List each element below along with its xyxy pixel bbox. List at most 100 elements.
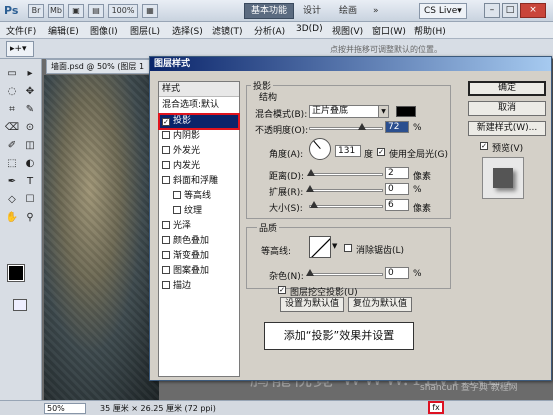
style-item[interactable]: 描边 (159, 279, 239, 294)
style-list-header[interactable]: 样式 (159, 82, 239, 97)
global-light-checkbox[interactable]: ✓ (377, 148, 385, 156)
eyedropper-tool-icon[interactable]: ✎ (22, 103, 38, 117)
style-item[interactable]: ✓ 投影 (158, 113, 240, 130)
hand-tool-icon[interactable]: ✋ (4, 211, 20, 225)
close-button[interactable]: × (520, 3, 546, 18)
style-item-checkbox[interactable] (173, 191, 181, 199)
style-item-checkbox[interactable] (162, 131, 170, 139)
angle-input[interactable]: 131 (335, 145, 361, 157)
contour-dropdown-icon[interactable]: ▼ (332, 242, 337, 250)
shape-tool-icon[interactable]: ☐ (22, 193, 38, 207)
size-input[interactable]: 6 (385, 199, 409, 211)
style-item[interactable]: 内发光 (159, 159, 239, 174)
make-default-button[interactable]: 设置为默认值 (280, 297, 344, 312)
contour-picker[interactable] (309, 236, 331, 258)
size-slider-thumb[interactable] (310, 201, 319, 208)
menu-help[interactable]: 帮助(H) (414, 24, 446, 37)
crop-tool-icon[interactable]: ⌗ (4, 103, 20, 117)
pen-tool-icon[interactable]: ✒ (4, 175, 20, 189)
new-style-button[interactable]: 新建样式(W)... (468, 121, 546, 136)
gradient-tool-icon[interactable]: ◐ (22, 157, 38, 171)
distance-input[interactable]: 2 (385, 167, 409, 179)
blend-mode-select[interactable]: 正片叠底 ▼ (309, 105, 389, 118)
style-item[interactable]: 颜色叠加 (159, 234, 239, 249)
ok-button[interactable]: 确定 (468, 81, 546, 96)
menu-select[interactable]: 选择(S) (172, 24, 203, 37)
style-item-checkbox[interactable] (162, 281, 170, 289)
distance-slider[interactable] (307, 169, 383, 176)
style-item-checkbox[interactable] (162, 146, 170, 154)
bridge-icon[interactable]: Br (28, 4, 44, 18)
style-item[interactable]: 光泽 (159, 219, 239, 234)
spread-slider-thumb[interactable] (306, 185, 314, 192)
knockout-checkbox[interactable]: ✓ (278, 286, 286, 294)
shadow-color-swatch[interactable] (396, 106, 416, 117)
quick-mask-icon[interactable] (13, 299, 27, 311)
tool-preset-picker[interactable]: ▸+▾ (6, 41, 34, 57)
workspace-design-button[interactable]: 设计 (296, 3, 328, 19)
style-item[interactable]: 图案叠加 (159, 264, 239, 279)
healing-tool-icon[interactable]: ⌫ (4, 121, 20, 135)
menu-filter[interactable]: 滤镜(T) (212, 24, 243, 37)
opacity-input[interactable]: 72 (385, 121, 409, 133)
history-brush-tool-icon[interactable]: ◫ (22, 139, 38, 153)
zoom-field[interactable]: 50% (44, 403, 86, 414)
style-item[interactable]: 斜面和浮雕 (159, 174, 239, 189)
layer-fx-button[interactable]: fx (428, 401, 444, 414)
workspace-essentials-button[interactable]: 基本功能 (244, 3, 295, 19)
noise-input[interactable]: 0 (385, 267, 409, 279)
arrange-docs-icon[interactable]: ▤ (88, 4, 104, 18)
menu-file[interactable]: 文件(F) (6, 24, 36, 37)
noise-slider[interactable] (306, 269, 383, 276)
menu-analysis[interactable]: 分析(A) (254, 24, 285, 37)
style-item-checkbox[interactable] (173, 206, 181, 214)
cancel-button[interactable]: 取消 (468, 101, 546, 116)
view-extras-icon[interactable]: ▣ (68, 4, 84, 18)
clone-stamp-tool-icon[interactable]: ✐ (4, 139, 20, 153)
style-item[interactable]: 等高线 (159, 189, 239, 204)
workspace-more-button[interactable]: » (366, 3, 386, 19)
minimize-button[interactable]: – (484, 3, 500, 18)
menu-3d[interactable]: 3D(D) (296, 24, 323, 34)
menu-layer[interactable]: 图层(L) (130, 24, 160, 37)
menu-image[interactable]: 图像(I) (90, 24, 118, 37)
menu-edit[interactable]: 编辑(E) (48, 24, 79, 37)
maximize-button[interactable]: □ (502, 3, 518, 18)
brush-tool-icon[interactable]: ⊙ (22, 121, 38, 135)
style-item[interactable]: 外发光 (159, 144, 239, 159)
opacity-slider-thumb[interactable] (357, 123, 366, 130)
style-item[interactable]: 内阴影 (159, 129, 239, 144)
marquee-tool-icon[interactable]: ▭ (4, 67, 20, 81)
cs-live-button[interactable]: CS Live▾ (419, 3, 467, 19)
spread-input[interactable]: 0 (385, 183, 409, 195)
screen-mode-icon[interactable]: ▦ (142, 4, 158, 18)
menu-view[interactable]: 视图(V) (332, 24, 363, 37)
type-tool-icon[interactable]: T (22, 175, 38, 189)
distance-slider-thumb[interactable] (307, 169, 316, 176)
style-item-checkbox[interactable] (162, 251, 170, 259)
size-slider[interactable] (309, 201, 383, 208)
style-item[interactable]: 纹理 (159, 204, 239, 219)
reset-default-button[interactable]: 复位为默认值 (348, 297, 412, 312)
zoom-tool-icon[interactable]: ⚲ (22, 211, 38, 225)
workspace-painting-button[interactable]: 绘画 (332, 3, 364, 19)
antialias-checkbox[interactable] (344, 244, 352, 252)
foreground-color-swatch[interactable] (7, 264, 25, 282)
eraser-tool-icon[interactable]: ⬚ (4, 157, 20, 171)
angle-dial[interactable] (309, 138, 331, 160)
style-item-checkbox[interactable] (162, 236, 170, 244)
lasso-tool-icon[interactable]: ◌ (4, 85, 20, 99)
zoom-level-select[interactable]: 100% (108, 4, 138, 18)
style-item-checkbox[interactable] (162, 176, 170, 184)
style-item-checkbox[interactable] (162, 221, 170, 229)
quick-select-tool-icon[interactable]: ✥ (22, 85, 38, 99)
blending-options-item[interactable]: 混合选项:默认 (159, 98, 239, 113)
style-item[interactable]: 渐变叠加 (159, 249, 239, 264)
preview-checkbox[interactable]: ✓ (480, 142, 488, 150)
style-item-checkbox[interactable] (162, 161, 170, 169)
style-item-checkbox[interactable]: ✓ (162, 118, 170, 126)
spread-slider[interactable] (306, 185, 383, 192)
path-select-tool-icon[interactable]: ◇ (4, 193, 20, 207)
mini-bridge-icon[interactable]: Mb (48, 4, 64, 18)
move-tool-icon[interactable]: ▸ (22, 67, 38, 81)
